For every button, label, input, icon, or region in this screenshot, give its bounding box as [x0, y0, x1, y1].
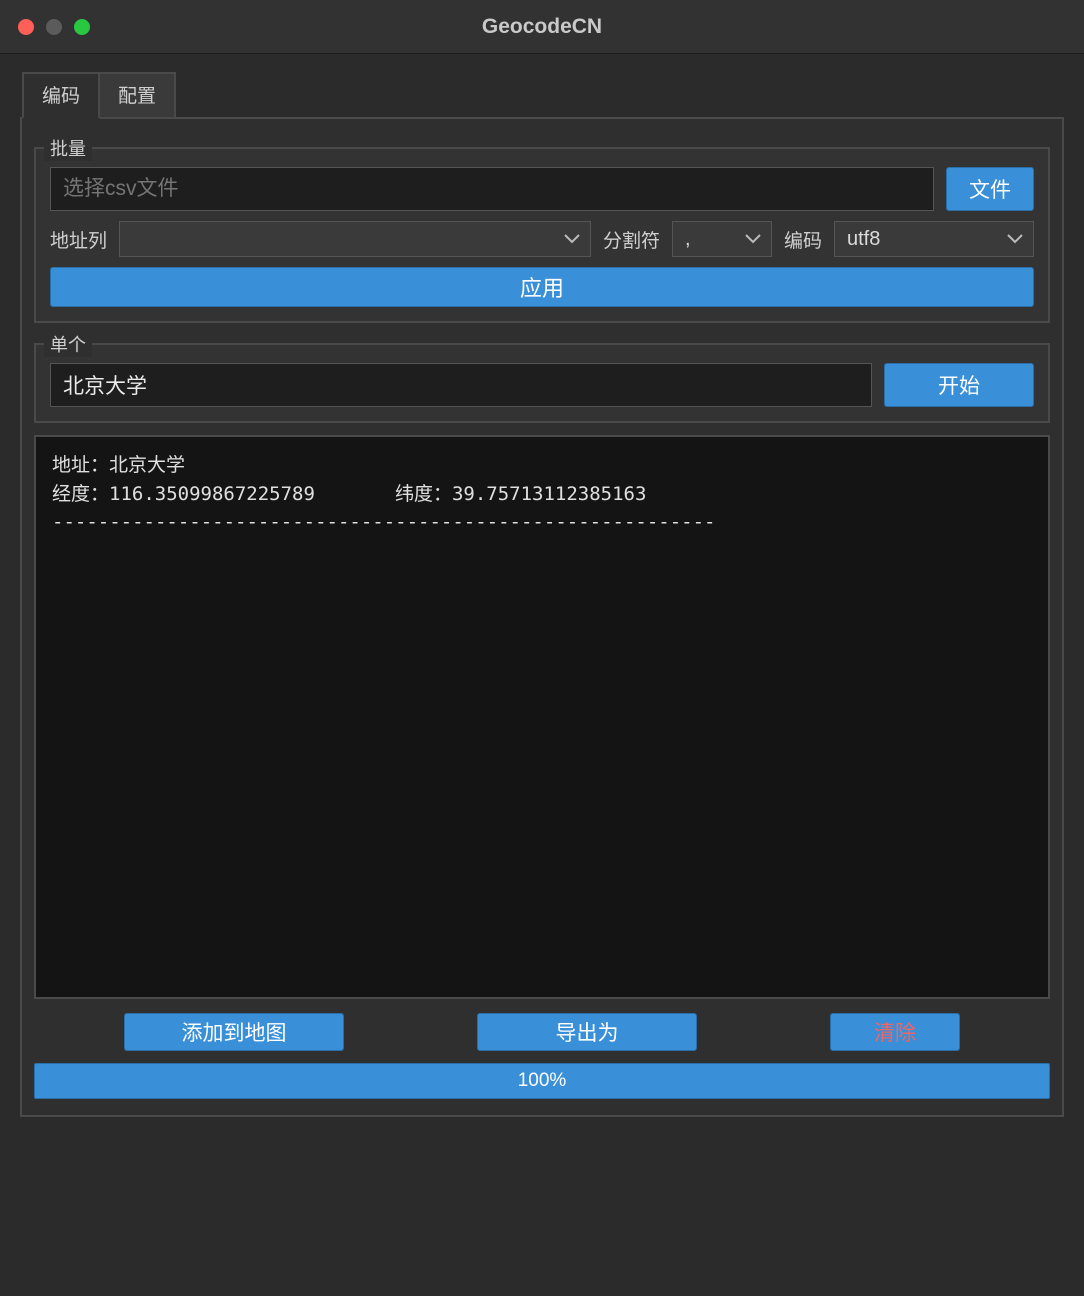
- titlebar: GeocodeCN: [0, 0, 1084, 54]
- separator-value: ,: [685, 228, 691, 251]
- separator-select[interactable]: ,: [672, 221, 772, 257]
- group-batch-title: 批量: [44, 135, 92, 161]
- progress-bar: 100%: [34, 1063, 1050, 1099]
- apply-button[interactable]: 应用: [50, 267, 1034, 307]
- add-to-map-button[interactable]: 添加到地图: [124, 1013, 344, 1051]
- group-single: 单个 开始: [34, 343, 1050, 423]
- csv-file-input[interactable]: [50, 167, 934, 211]
- separator-label: 分割符: [603, 226, 660, 253]
- tab-panel-encode: 批量 文件 地址列 分割符 ,: [20, 117, 1064, 1117]
- traffic-lights: [18, 19, 90, 35]
- clear-button[interactable]: 清除: [830, 1013, 960, 1051]
- content-area: 编码 配置 批量 文件 地址列 分割符 ,: [0, 54, 1084, 1133]
- maximize-window-button[interactable]: [74, 19, 90, 35]
- chevron-down-icon: [745, 234, 761, 244]
- minimize-window-button[interactable]: [46, 19, 62, 35]
- start-button[interactable]: 开始: [884, 363, 1034, 407]
- export-as-button[interactable]: 导出为: [477, 1013, 697, 1051]
- tab-encode[interactable]: 编码: [22, 72, 100, 119]
- progress-text: 100%: [518, 1070, 567, 1092]
- chevron-down-icon: [1007, 234, 1023, 244]
- footer-actions: 添加到地图 导出为 清除: [34, 1013, 1050, 1051]
- encoding-label: 编码: [784, 226, 822, 253]
- address-column-label: 地址列: [50, 226, 107, 253]
- encoding-select[interactable]: utf8: [834, 221, 1034, 257]
- tabs: 编码 配置: [22, 72, 1064, 119]
- chevron-down-icon: [564, 234, 580, 244]
- window-title: GeocodeCN: [0, 15, 1084, 39]
- output-log[interactable]: 地址：北京大学 经度：116.35099867225789 纬度：39.7571…: [34, 435, 1050, 999]
- address-column-select[interactable]: [119, 221, 591, 257]
- group-single-title: 单个: [44, 331, 92, 357]
- tab-config[interactable]: 配置: [98, 72, 176, 119]
- single-address-input[interactable]: [50, 363, 872, 407]
- encoding-value: utf8: [847, 228, 880, 251]
- close-window-button[interactable]: [18, 19, 34, 35]
- file-browse-button[interactable]: 文件: [946, 167, 1034, 211]
- group-batch: 批量 文件 地址列 分割符 ,: [34, 147, 1050, 323]
